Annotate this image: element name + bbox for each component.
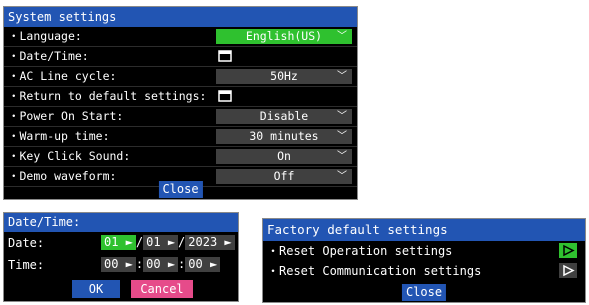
reset-communication-label: ・Reset Communication settings — [267, 264, 482, 278]
day-value: 01 — [146, 235, 161, 249]
time-label: Time: — [8, 258, 45, 272]
chevron-down-icon: ﹀ — [337, 71, 347, 82]
minute-value: 00 — [146, 257, 161, 271]
window-icon[interactable] — [218, 90, 232, 102]
ok-button[interactable]: OK — [72, 280, 120, 298]
setting-label: ・Warm-up time: — [8, 129, 110, 143]
date-label: Date: — [8, 236, 45, 250]
window-icon[interactable] — [218, 50, 232, 62]
reset-operation-row[interactable]: ・Reset Operation settings — [263, 241, 585, 261]
warm-up-time-select[interactable]: 30 minutes ﹀ — [216, 129, 352, 144]
key-click-sound-select[interactable]: On ﹀ — [216, 149, 352, 164]
hour-field[interactable]: 00 ► — [101, 257, 136, 272]
year-value: 2023 — [188, 235, 218, 249]
hour-value: 00 — [104, 257, 119, 271]
play-icon[interactable] — [559, 243, 577, 258]
ac-line-cycle-select[interactable]: 50Hz ﹀ — [216, 69, 352, 84]
setting-row-power-on-start[interactable]: ・Power On Start: Disable ﹀ — [4, 107, 357, 127]
year-field[interactable]: 2023 ► — [185, 235, 235, 250]
time-row: Time: 00 ►:00 ►:00 ► — [4, 254, 238, 276]
factory-default-panel: Factory default settings ・Reset Operatio… — [262, 218, 586, 303]
play-icon[interactable] — [559, 263, 577, 278]
time-separator: : — [135, 257, 144, 271]
date-separator: / — [135, 235, 144, 249]
chevron-down-icon: ﹀ — [337, 31, 347, 42]
chevron-down-icon: ﹀ — [337, 131, 347, 142]
cancel-button[interactable]: Cancel — [131, 280, 193, 298]
day-field[interactable]: 01 ► — [143, 235, 179, 250]
reset-communication-row[interactable]: ・Reset Communication settings — [263, 261, 585, 281]
setting-row-return-to-default[interactable]: ・Return to default settings: — [4, 87, 357, 107]
system-settings-title: System settings — [4, 7, 357, 27]
language-select[interactable]: English(US) ﹀ — [216, 29, 352, 44]
month-value: 01 — [104, 235, 119, 249]
minute-field[interactable]: 00 ► — [143, 257, 179, 272]
date-row: Date: 01 ►/01 ►/2023 ► — [4, 232, 238, 254]
setting-label: ・Return to default settings: — [8, 89, 207, 103]
select-value: English(US) — [245, 29, 323, 43]
reset-operation-label: ・Reset Operation settings — [267, 244, 453, 258]
power-on-start-select[interactable]: Disable ﹀ — [216, 109, 352, 124]
month-field[interactable]: 01 ► — [101, 235, 136, 250]
select-value: On — [277, 149, 291, 163]
system-settings-panel: System settings ・Language: English(US) ﹀… — [3, 6, 358, 200]
chevron-down-icon: ﹀ — [337, 151, 347, 162]
select-value: 50Hz — [270, 69, 298, 83]
setting-row-warm-up-time[interactable]: ・Warm-up time: 30 minutes ﹀ — [4, 127, 357, 147]
second-field[interactable]: 00 ► — [185, 257, 221, 272]
factory-default-footer: Close — [263, 283, 585, 302]
system-settings-footer: Close — [4, 180, 357, 199]
date-time-buttons: OK Cancel — [4, 280, 238, 299]
factory-default-title: Factory default settings — [263, 219, 585, 241]
date-fields: 01 ►/01 ►/2023 ► — [101, 235, 235, 250]
date-separator: / — [178, 235, 186, 249]
select-value: Disable — [259, 109, 309, 123]
chevron-down-icon: ﹀ — [337, 111, 347, 122]
setting-label: ・Language: — [8, 29, 82, 43]
date-time-title: Date/Time: — [4, 213, 238, 232]
time-fields: 00 ►:00 ►:00 ► — [101, 257, 221, 272]
setting-row-ac-line-cycle[interactable]: ・AC Line cycle: 50Hz ﹀ — [4, 67, 357, 87]
close-button[interactable]: Close — [158, 181, 203, 198]
setting-row-language[interactable]: ・Language: English(US) ﹀ — [4, 27, 357, 47]
setting-label: ・Power On Start: — [8, 109, 124, 123]
setting-label: ・Key Click Sound: — [8, 149, 131, 163]
setting-row-date-time[interactable]: ・Date/Time: — [4, 47, 357, 67]
setting-label: ・Date/Time: — [8, 49, 89, 63]
date-time-panel: Date/Time: Date: 01 ►/01 ►/2023 ► Time: … — [3, 212, 239, 302]
time-separator: : — [178, 257, 186, 271]
select-value: 30 minutes — [249, 129, 319, 143]
setting-label: ・AC Line cycle: — [8, 69, 117, 83]
close-button[interactable]: Close — [401, 284, 447, 301]
setting-row-key-click-sound[interactable]: ・Key Click Sound: On ﹀ — [4, 147, 357, 167]
second-value: 00 — [188, 257, 203, 271]
